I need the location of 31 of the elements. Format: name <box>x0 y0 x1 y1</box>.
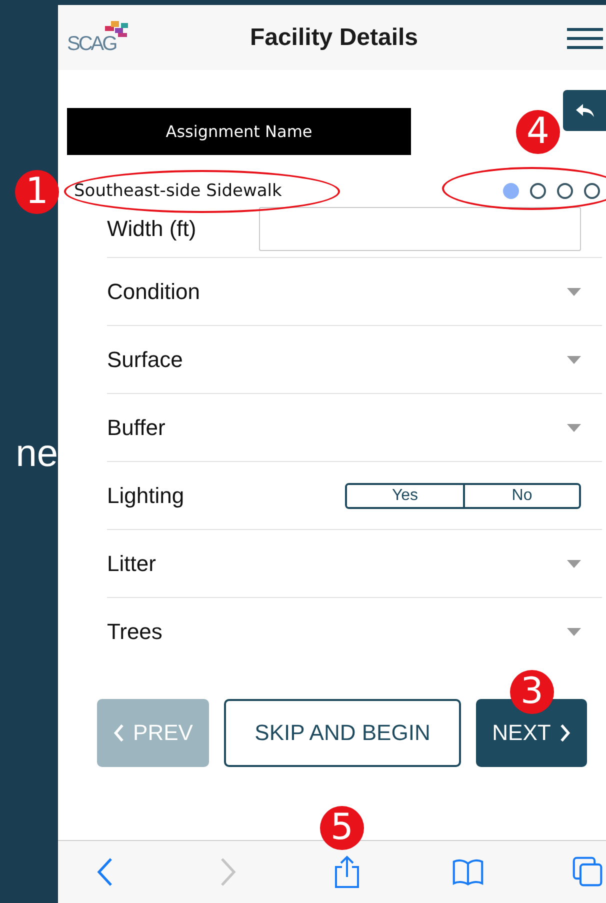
field-label: Condition <box>107 278 200 304</box>
input-field[interactable] <box>259 207 581 251</box>
skip-button[interactable]: SKIP AND BEGIN <box>224 699 461 767</box>
field-label: Buffer <box>107 414 166 440</box>
annotation-marker: 1 <box>15 170 59 214</box>
field-label: Trees <box>107 618 162 644</box>
chevron-right-icon <box>558 723 571 743</box>
menu-icon[interactable] <box>566 26 603 48</box>
slide-text: ne <box>16 433 58 476</box>
facility-name: Southeast-side Sidewalk <box>74 181 282 201</box>
page-dot[interactable] <box>530 183 546 199</box>
page-dot[interactable] <box>557 183 573 199</box>
page-dot[interactable] <box>503 183 519 199</box>
reply-arrow-icon <box>574 102 594 118</box>
field-label: Litter <box>107 550 156 576</box>
page-dot[interactable] <box>584 183 600 199</box>
toggle-option[interactable]: No <box>463 484 579 506</box>
tabs-icon[interactable] <box>572 855 604 889</box>
dropdown-caret-icon[interactable] <box>567 628 581 636</box>
field-label: Width (ft) <box>107 216 196 242</box>
field-label: Surface <box>107 346 183 372</box>
chevron-left-icon <box>113 723 126 743</box>
logo: SCAG <box>67 20 131 56</box>
page-title: Facility Details <box>250 24 418 52</box>
dropdown-caret-icon[interactable] <box>567 356 581 364</box>
dropdown-caret-icon[interactable] <box>567 424 581 432</box>
dropdown-caret-icon[interactable] <box>567 288 581 296</box>
back-button[interactable] <box>563 90 606 131</box>
dropdown-caret-icon[interactable] <box>567 560 581 568</box>
field-label: Lighting <box>107 482 184 508</box>
assignment-name-bar: Assignment Name <box>67 108 411 155</box>
